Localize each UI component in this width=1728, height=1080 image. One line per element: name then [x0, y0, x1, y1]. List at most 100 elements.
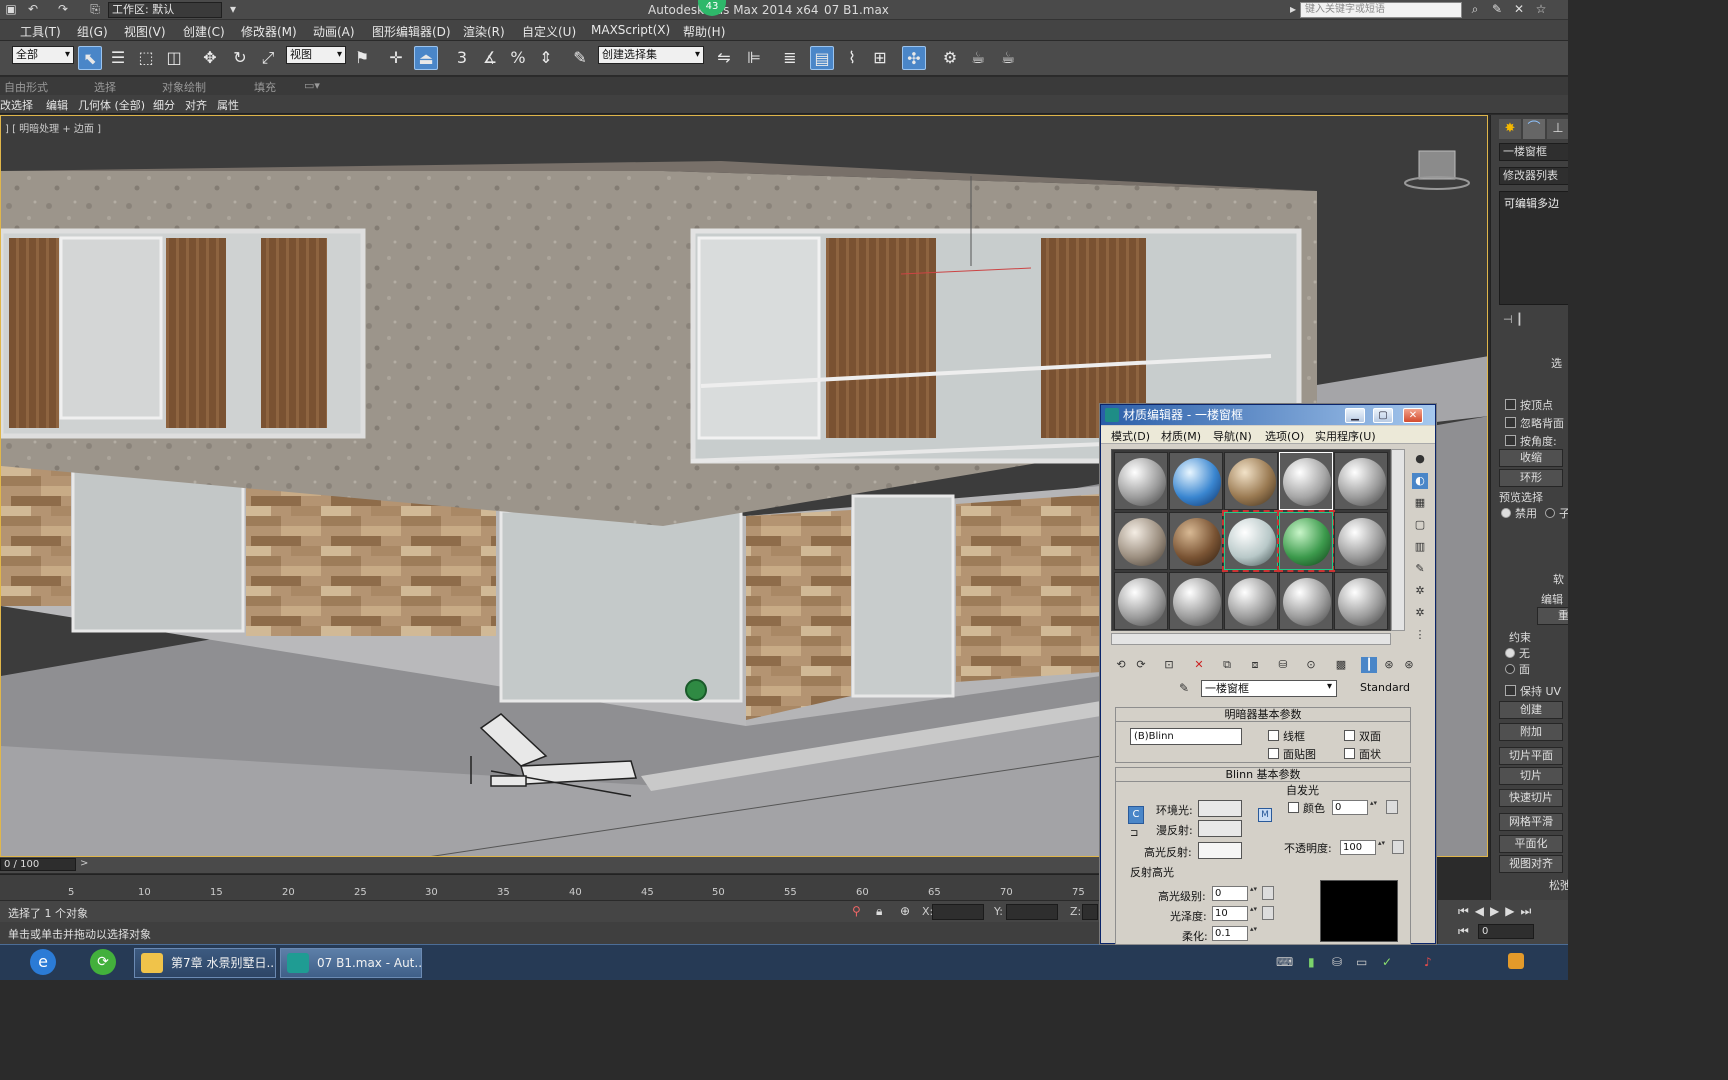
menu-modifiers[interactable]: 修改器(M): [241, 23, 297, 40]
make-preview-icon[interactable]: ✎: [1412, 561, 1428, 577]
constraint-none-radio[interactable]: 无: [1505, 645, 1530, 661]
selection-rollout-title[interactable]: 选: [1551, 355, 1562, 371]
battery-icon[interactable]: ▮: [1308, 955, 1315, 969]
copy-material-icon[interactable]: ⧉: [1219, 657, 1235, 673]
constraint-face-radio[interactable]: 面: [1505, 661, 1530, 677]
diffuse-map-button[interactable]: M: [1258, 808, 1272, 822]
ribbon-tab-freeform[interactable]: 自由形式: [4, 79, 48, 95]
edit-geometry-title[interactable]: 编辑: [1541, 591, 1563, 607]
sample-slot[interactable]: [1114, 572, 1168, 630]
select-by-material-icon[interactable]: ✲: [1412, 605, 1428, 621]
wire-checkbox[interactable]: 线框: [1268, 728, 1305, 744]
sample-slot[interactable]: [1222, 510, 1280, 572]
two-sided-checkbox[interactable]: 双面: [1344, 728, 1381, 744]
ribbon-tab-object-paint[interactable]: 对象绘制: [162, 79, 206, 95]
maximize-button[interactable]: ▢: [1373, 408, 1393, 423]
rect-selection-icon[interactable]: ⬚: [134, 46, 158, 70]
relax-label[interactable]: 松弛: [1549, 877, 1568, 893]
quickslice-button[interactable]: 快速切片: [1499, 789, 1563, 807]
transform-mode-icon[interactable]: ⊕: [900, 904, 910, 918]
rotate-icon[interactable]: ↻: [228, 46, 252, 70]
sample-slot[interactable]: [1334, 572, 1388, 630]
blinn-basic-header[interactable]: Blinn 基本参数: [1116, 768, 1410, 782]
menu-group[interactable]: 组(G): [77, 23, 108, 40]
lock-diffuse-icon[interactable]: ⊐: [1130, 828, 1138, 839]
spinner-snap-icon[interactable]: ⇕: [534, 46, 558, 70]
key-mode-icon[interactable]: ⏮: [1458, 924, 1469, 939]
modify-tab-icon[interactable]: ⌒: [1523, 119, 1545, 139]
slots-horizontal-scrollbar[interactable]: [1111, 633, 1391, 645]
sample-slot-active[interactable]: [1279, 452, 1333, 510]
chevron-down-icon[interactable]: ▾: [226, 2, 240, 16]
opacity-spinner[interactable]: 100: [1340, 840, 1386, 855]
chevron-down-icon[interactable]: ▾: [1327, 681, 1332, 692]
edit-named-sets-icon[interactable]: ✎: [568, 46, 592, 70]
manipulate-icon[interactable]: ✛: [384, 46, 408, 70]
curve-editor-icon[interactable]: ⌇: [840, 46, 864, 70]
time-slider[interactable]: 0 / 100 >: [0, 857, 1100, 873]
lock-icon[interactable]: 🔒︎: [876, 904, 882, 919]
ribbon-sub-edit[interactable]: 编辑: [46, 97, 68, 113]
minimize-button[interactable]: ▁: [1345, 408, 1365, 423]
slice-plane-button[interactable]: 切片平面: [1499, 747, 1563, 765]
ie-icon[interactable]: e: [30, 949, 56, 975]
self-illum-color-checkbox[interactable]: 颜色: [1288, 800, 1325, 816]
render-icon[interactable]: ☕: [996, 46, 1020, 70]
undo-icon[interactable]: ↶: [26, 2, 40, 16]
snap-3d-icon[interactable]: 3: [450, 46, 474, 70]
view-align-button[interactable]: 视图对齐: [1499, 855, 1563, 873]
mirror-icon[interactable]: ⇋: [712, 46, 736, 70]
uv-tiling-icon[interactable]: ▢: [1412, 517, 1428, 533]
shader-basic-header[interactable]: 明暗器基本参数: [1116, 708, 1410, 722]
playback-buttons-icon[interactable]: ⏮◀▶▶⏭: [1458, 904, 1537, 919]
material-name-field[interactable]: 一楼窗框: [1201, 680, 1337, 697]
attach-button[interactable]: 附加: [1499, 723, 1563, 741]
mated-menu-utilities[interactable]: 实用程序(U): [1315, 428, 1376, 444]
menu-customize[interactable]: 自定义(U): [522, 23, 576, 40]
show-map-icon[interactable]: ▩: [1333, 657, 1349, 673]
network-icon[interactable]: ⛁: [1332, 955, 1342, 969]
material-type-button[interactable]: Standard: [1347, 680, 1423, 697]
time-slider-handle[interactable]: 0 / 100: [0, 858, 76, 871]
arrow-right-icon[interactable]: ▸: [1286, 2, 1300, 16]
ribbon-tab-populate[interactable]: 填充: [254, 79, 276, 95]
ribbon-options-icon[interactable]: ▭▾: [304, 79, 320, 92]
backlight-icon[interactable]: ◐: [1412, 473, 1428, 489]
monitor-icon[interactable]: ▭: [1356, 955, 1367, 969]
object-name-field[interactable]: 一楼窗框: [1499, 143, 1568, 161]
hold-icon[interactable]: ⎘: [88, 2, 102, 16]
material-editor-icon[interactable]: ✣: [902, 46, 926, 70]
tools-icon[interactable]: ✕: [1512, 2, 1526, 16]
menu-tools[interactable]: 工具(T): [20, 23, 61, 40]
menu-rendering[interactable]: 渲染(R): [463, 23, 505, 40]
taskbar-app-3dsmax[interactable]: 07 B1.max - Aut...: [280, 948, 422, 978]
create-button[interactable]: 创建: [1499, 701, 1563, 719]
shrink-button[interactable]: 收缩: [1499, 449, 1563, 467]
binoculars-icon[interactable]: ⌕: [1468, 2, 1482, 16]
menu-animation[interactable]: 动画(A): [313, 23, 355, 40]
browser-icon[interactable]: ⟳: [90, 949, 116, 975]
ring-button[interactable]: 环形: [1499, 469, 1563, 487]
soften-spinner[interactable]: 0.1: [1212, 926, 1258, 941]
tray-app-icon[interactable]: [1508, 953, 1524, 969]
ribbon-sub-align[interactable]: 对齐: [185, 97, 207, 113]
sample-slot[interactable]: [1169, 512, 1223, 570]
ref-coord-dropdown[interactable]: 视图: [286, 46, 346, 64]
menu-views[interactable]: 视图(V): [124, 23, 166, 40]
current-frame-field[interactable]: 0: [1478, 924, 1534, 939]
meshsmooth-button[interactable]: 网格平滑: [1499, 813, 1563, 831]
diffuse-swatch[interactable]: [1198, 820, 1242, 837]
assign-material-icon[interactable]: ⊡: [1161, 657, 1177, 673]
create-tab-icon[interactable]: ✸: [1499, 119, 1521, 139]
modifier-list-dropdown[interactable]: 修改器列表: [1499, 167, 1568, 185]
graphite-icon[interactable]: ▤: [810, 46, 834, 70]
pin-stack-icon[interactable]: ⊣ ┃: [1503, 313, 1523, 326]
preserve-uv-checkbox[interactable]: 保持 UV: [1505, 683, 1561, 699]
menu-maxscript[interactable]: MAXScript(X): [591, 23, 670, 37]
schematic-view-icon[interactable]: ⊞: [868, 46, 892, 70]
face-map-checkbox[interactable]: 面贴图: [1268, 746, 1316, 762]
app-menu-icon[interactable]: ▣: [4, 2, 18, 16]
viewport-label[interactable]: ] [ 明暗处理 + 边面 ]: [5, 120, 101, 135]
z-coord-field[interactable]: [1082, 904, 1098, 920]
mated-menu-options[interactable]: 选项(O): [1265, 428, 1304, 444]
